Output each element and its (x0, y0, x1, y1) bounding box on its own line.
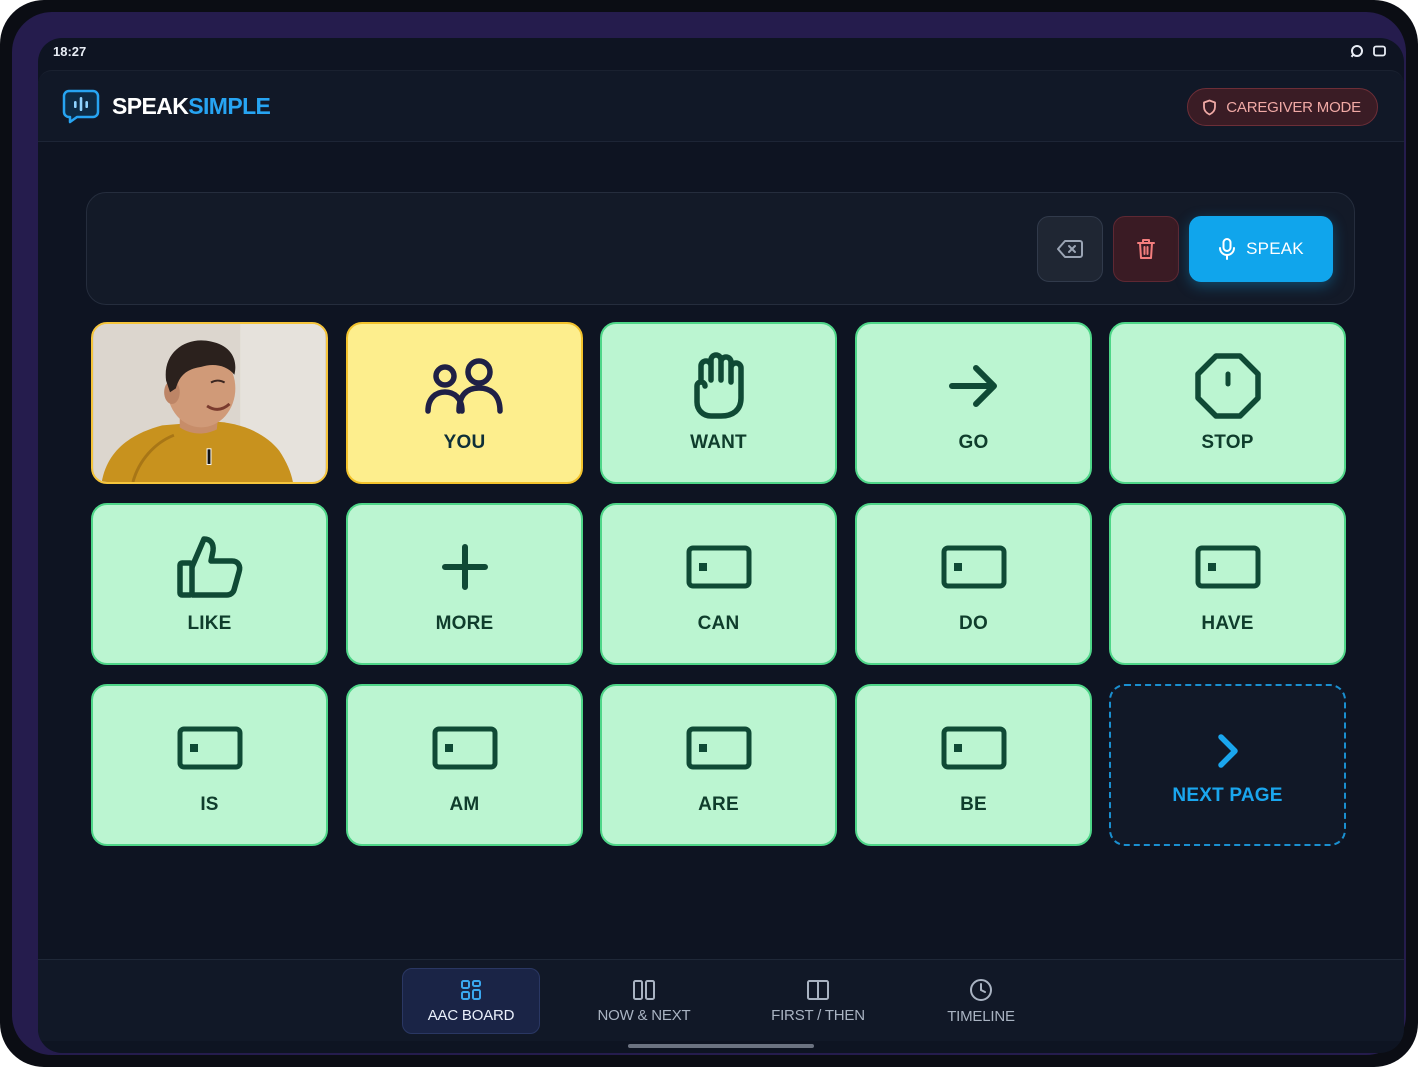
tile-icon-wrap (177, 714, 243, 782)
placeholder-icon (432, 726, 497, 770)
tile-label: AM (449, 794, 480, 815)
tile-label: ARE (698, 794, 739, 815)
tile-label: CAN (697, 613, 740, 634)
nav-label: FIRST / THEN (771, 1006, 865, 1024)
tile-icon-wrap (941, 533, 1007, 601)
home-indicator[interactable] (628, 1044, 814, 1048)
tile-icon-wrap (686, 533, 752, 601)
device-frame: 18:27 SPEAKSIMPLE CAREGIVER MODE SPEAK Y… (0, 0, 1418, 1067)
microphone-icon (1219, 238, 1236, 260)
tile-have[interactable]: HAVE (1109, 503, 1346, 665)
placeholder-icon (1195, 545, 1260, 589)
nav-now-next[interactable]: NOW & NEXT (584, 968, 704, 1034)
app-screen: 18:27 SPEAKSIMPLE CAREGIVER MODE SPEAK Y… (38, 38, 1404, 1053)
book-icon (807, 979, 829, 1000)
placeholder-icon (686, 726, 751, 770)
tile-do[interactable]: DO (855, 503, 1092, 665)
tile-like[interactable]: LIKE (91, 503, 328, 665)
person-photo (93, 324, 326, 482)
hand-icon (693, 352, 744, 419)
placeholder-icon (177, 726, 242, 770)
nav-first-then[interactable]: FIRST / THEN (758, 968, 878, 1034)
window-icon (1373, 45, 1386, 57)
arrow-right-icon (948, 365, 997, 407)
clock-icon (970, 978, 992, 1001)
tile-icon-wrap (686, 714, 752, 782)
chevron-right-icon (1217, 734, 1238, 768)
tile-is[interactable]: IS (91, 684, 328, 846)
status-icons (1350, 44, 1386, 58)
speak-button[interactable]: SPEAK (1189, 216, 1333, 282)
tile-icon-wrap (946, 352, 1002, 420)
backspace-icon (1057, 240, 1083, 258)
tile-are[interactable]: ARE (600, 684, 837, 846)
placeholder-icon (941, 545, 1006, 589)
nav-label: NOW & NEXT (597, 1006, 691, 1024)
tile-icon-wrap (432, 714, 498, 782)
sentence-strip: SPEAK (86, 192, 1355, 305)
tile-label: BE (960, 794, 987, 815)
tile-icon-wrap (689, 352, 749, 420)
tile-label: WANT (690, 432, 747, 453)
tile-label: NEXT PAGE (1172, 785, 1283, 806)
tile-icon-wrap (1194, 352, 1262, 420)
caregiver-mode-label: CAREGIVER MODE (1226, 98, 1361, 116)
grid-icon (461, 979, 481, 1000)
trash-icon (1137, 239, 1155, 259)
device-bezel: 18:27 SPEAKSIMPLE CAREGIVER MODE SPEAK Y… (12, 12, 1406, 1055)
brand: SPEAKSIMPLE (62, 88, 271, 124)
status-time: 18:27 (53, 44, 87, 59)
tile-icon-wrap (176, 533, 244, 601)
columns-icon (633, 979, 655, 1000)
tile-icon-wrap (1213, 723, 1243, 779)
tile-stop[interactable]: STOP (1109, 322, 1346, 484)
tile-label: MORE (435, 613, 494, 634)
tile-label: IS (200, 794, 219, 815)
tile-icon-wrap (1195, 533, 1261, 601)
tile-photo-person[interactable] (91, 322, 328, 484)
tile-more[interactable]: MORE (346, 503, 583, 665)
nav-timeline[interactable]: TIMELINE (926, 968, 1036, 1034)
tile-be[interactable]: BE (855, 684, 1092, 846)
tile-can[interactable]: CAN (600, 503, 837, 665)
tile-you[interactable]: YOU (346, 322, 583, 484)
octagon-icon (1194, 353, 1261, 419)
thumbs-up-icon (176, 536, 242, 598)
sync-icon (1350, 45, 1363, 58)
tile-label: LIKE (187, 613, 232, 634)
tile-label: STOP (1201, 432, 1254, 453)
backspace-button[interactable] (1037, 216, 1103, 282)
plus-icon (441, 544, 488, 590)
tile-icon-wrap (941, 714, 1007, 782)
shield-icon (1203, 99, 1217, 115)
nav-label: TIMELINE (947, 1007, 1015, 1025)
tile-go[interactable]: GO (855, 322, 1092, 484)
tile-label: GO (958, 432, 989, 453)
tile-label: YOU (443, 432, 486, 453)
people-icon (424, 358, 503, 414)
caregiver-mode-button[interactable]: CAREGIVER MODE (1187, 88, 1378, 126)
placeholder-icon (686, 545, 751, 589)
tile-label: HAVE (1201, 613, 1254, 634)
tile-want[interactable]: WANT (600, 322, 837, 484)
tile-icon-wrap (441, 533, 489, 601)
tile-am[interactable]: AM (346, 684, 583, 846)
bottom-nav: AAC BOARD NOW & NEXT FIRST / THEN TIMELI… (38, 959, 1404, 1041)
next-page-button[interactable]: NEXT PAGE (1109, 684, 1346, 846)
speak-label: SPEAK (1246, 239, 1304, 258)
app-name: SPEAKSIMPLE (112, 92, 271, 120)
logo-icon (62, 89, 100, 124)
tile-icon-wrap (424, 352, 505, 420)
placeholder-icon (941, 726, 1006, 770)
tile-label: DO (959, 613, 988, 634)
app-header: SPEAKSIMPLE CAREGIVER MODE (38, 70, 1404, 142)
clear-button[interactable] (1113, 216, 1179, 282)
app-name-part1: SPEAK (112, 92, 189, 119)
nav-aac-board[interactable]: AAC BOARD (402, 968, 540, 1034)
nav-label: AAC BOARD (427, 1006, 515, 1024)
app-name-part2: SIMPLE (188, 92, 271, 119)
